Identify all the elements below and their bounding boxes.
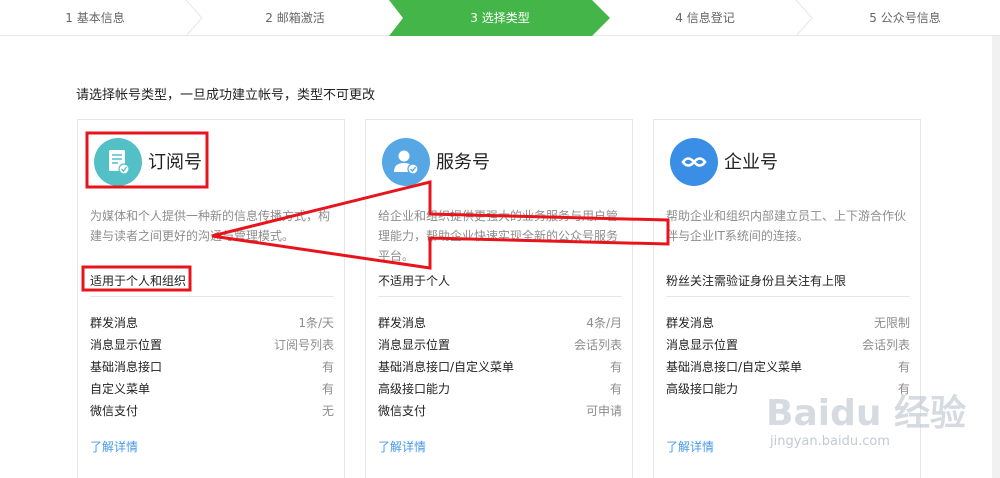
feature-value: 有 — [321, 360, 334, 374]
step-select-type: 3 选择类型 — [470, 11, 530, 25]
feature-key: 消息显示位置 — [90, 338, 163, 352]
feature-row: 群发消息 1条/天 — [90, 312, 334, 334]
feature-row: 群发消息 无限制 — [666, 312, 910, 334]
feature-key: 消息显示位置 — [666, 338, 739, 352]
subscription-doc-icon — [94, 138, 142, 186]
card-description: 给企业和组织提供更强大的业务服务与用户管理能力，帮助企业快速实现全新的公众号服务… — [378, 209, 619, 263]
step-basic-info: 1 基本信息 — [65, 11, 125, 25]
feature-value: 4条/月 — [586, 316, 622, 330]
step-info-register: 4 信息登记 — [675, 11, 735, 25]
feature-row: 微信支付 可申请 — [378, 400, 622, 422]
feature-key: 群发消息 — [666, 316, 715, 330]
card-title: 订阅号 — [148, 152, 202, 173]
feature-key: 消息显示位置 — [378, 338, 451, 352]
feature-row: 基础消息接口/自定义菜单 有 — [666, 356, 910, 378]
feature-row: 自定义菜单 有 — [90, 378, 334, 400]
learn-more-link[interactable]: 了解详情 — [666, 438, 714, 455]
feature-value: 无限制 — [873, 316, 910, 330]
feature-value: 有 — [609, 360, 622, 374]
page-title: 请选择帐号类型，一旦成功建立帐号，类型不可更改 — [76, 88, 376, 103]
feature-key: 微信支付 — [378, 404, 427, 418]
watermark-url: jingyan.baidu.com — [770, 434, 890, 449]
feature-key: 基础消息接口/自定义菜单 — [666, 360, 803, 374]
feature-row: 基础消息接口/自定义菜单 有 — [378, 356, 622, 378]
divider — [666, 296, 910, 297]
feature-value: 会话列表 — [861, 338, 910, 352]
feature-key: 微信支付 — [90, 404, 139, 418]
divider — [378, 296, 622, 297]
feature-value: 有 — [609, 382, 622, 396]
learn-more-link[interactable]: 了解详情 — [378, 438, 426, 455]
feature-row: 高级接口能力 有 — [378, 378, 622, 400]
feature-value: 可申请 — [585, 404, 622, 418]
feature-key: 群发消息 — [378, 316, 427, 330]
feature-value: 订阅号列表 — [273, 338, 334, 352]
card-title: 企业号 — [724, 152, 778, 173]
card-description: 为媒体和个人提供一种新的信息传播方式，构建与读者之间更好的沟通与管理模式。 — [90, 209, 331, 243]
watermark-logo: Baidu 经验 — [766, 393, 967, 434]
feature-row: 基础消息接口 有 — [90, 356, 334, 378]
feature-key: 群发消息 — [90, 316, 139, 330]
feature-value: 无 — [321, 404, 334, 418]
feature-key: 高级接口能力 — [378, 382, 451, 396]
feature-key: 高级接口能力 — [666, 382, 739, 396]
step-email-activate: 2 邮箱激活 — [265, 11, 325, 25]
feature-row: 群发消息 4条/月 — [378, 312, 622, 334]
card-suitability: 适用于个人和组织 — [90, 274, 187, 288]
feature-row: 消息显示位置 会话列表 — [378, 334, 622, 356]
baidu-watermark: Baidu 经验 jingyan.baidu.com — [766, 384, 976, 464]
feature-key: 基础消息接口/自定义菜单 — [378, 360, 515, 374]
scrollbar[interactable] — [992, 36, 1000, 478]
step-account-info: 5 公众号信息 — [869, 11, 941, 25]
step-progress-bar: 1 基本信息 2 邮箱激活 3 选择类型 4 信息登记 5 公众号信息 — [0, 0, 1000, 36]
service-person-icon — [382, 138, 430, 186]
card-suitability: 粉丝关注需验证身份且关注有上限 — [666, 274, 847, 288]
feature-value: 有 — [321, 382, 334, 396]
card-suitability: 不适用于个人 — [378, 274, 451, 288]
feature-value: 1条/天 — [298, 316, 334, 330]
feature-key: 自定义菜单 — [90, 382, 151, 396]
card-service[interactable]: 服务号 给企业和组织提供更强大的业务服务与用户管理能力，帮助企业快速实现全新的公… — [365, 119, 633, 478]
card-subscription[interactable]: 订阅号 为媒体和个人提供一种新的信息传播方式，构建与读者之间更好的沟通与管理模式… — [77, 119, 345, 478]
feature-row: 消息显示位置 订阅号列表 — [90, 334, 334, 356]
feature-value: 有 — [897, 360, 910, 374]
feature-row: 微信支付 无 — [90, 400, 334, 422]
feature-row: 消息显示位置 会话列表 — [666, 334, 910, 356]
card-description: 帮助企业和组织内部建立员工、上下游合作伙伴与企业IT系统间的连接。 — [666, 209, 907, 243]
enterprise-link-icon — [670, 138, 718, 186]
divider — [90, 296, 334, 297]
feature-key: 基础消息接口 — [90, 360, 163, 374]
card-title: 服务号 — [436, 152, 490, 173]
learn-more-link[interactable]: 了解详情 — [90, 438, 138, 455]
feature-value: 会话列表 — [573, 338, 622, 352]
